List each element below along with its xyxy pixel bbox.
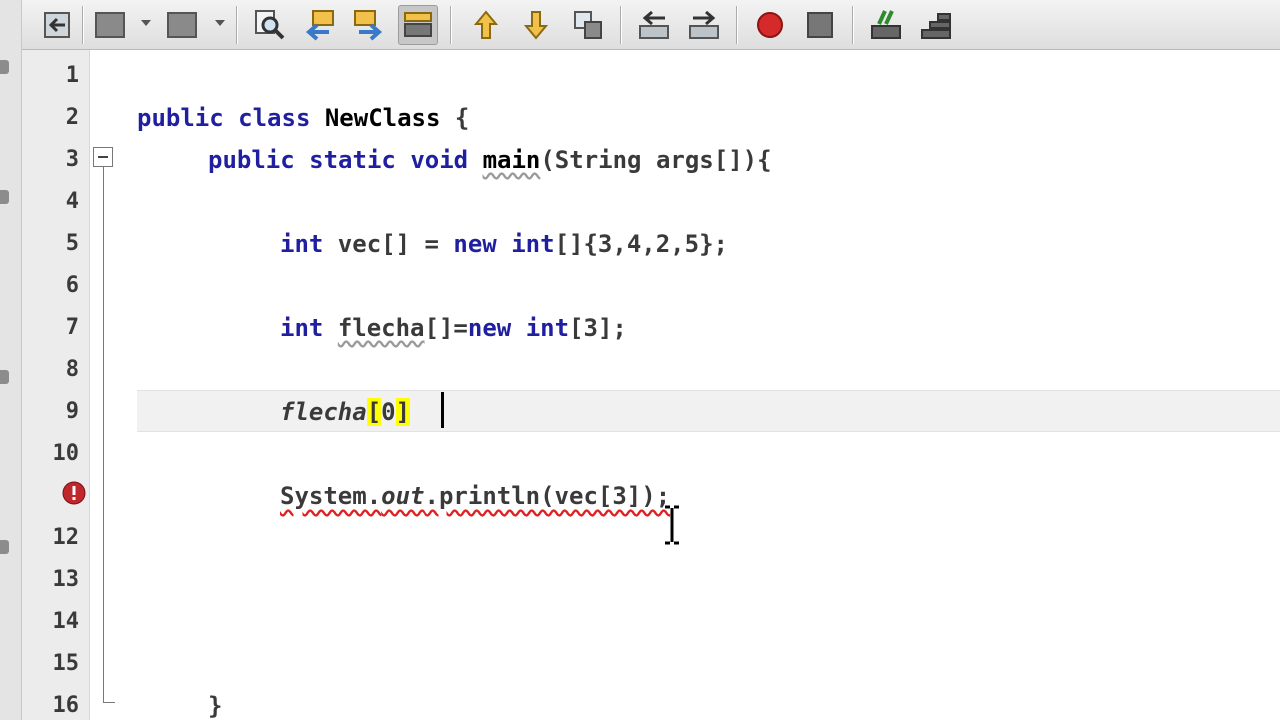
chevron-down-icon[interactable] [141, 20, 151, 26]
chevron-down-icon[interactable] [215, 20, 225, 26]
find-selection-icon [255, 10, 285, 40]
code-text: []= [424, 314, 468, 342]
find-selection-button[interactable] [250, 5, 290, 45]
panel-tab[interactable] [0, 370, 9, 384]
previous-bookmark-button[interactable] [466, 5, 506, 45]
line-number: 10 [52, 441, 80, 466]
variable-name: flecha [280, 398, 367, 426]
matching-bracket: [ [366, 398, 382, 426]
shift-line-left-button[interactable] [634, 5, 674, 45]
previous-bookmark-icon [473, 10, 499, 39]
line-number: 8 [65, 357, 79, 382]
toggle-bookmark-icon [95, 12, 125, 38]
find-previous-icon [305, 10, 334, 41]
next-bookmark-down-button[interactable] [516, 5, 556, 45]
line-number: 15 [52, 651, 80, 676]
keyword: public [137, 104, 224, 132]
comment-icon [871, 10, 901, 39]
keyword: static [309, 146, 396, 174]
line-number: 7 [65, 315, 79, 340]
panel-tab[interactable] [0, 540, 9, 554]
keyword: class [238, 104, 311, 132]
code-text: 0 [381, 398, 396, 426]
class-name: NewClass [324, 104, 441, 132]
keyword: int [280, 314, 324, 342]
keyword: new [467, 314, 512, 342]
line-number: 6 [65, 273, 79, 298]
ibeam-cursor-icon [665, 505, 679, 545]
toggle-bookmark-button[interactable] [90, 5, 130, 45]
code-editor[interactable]: public class NewClass { public static vo… [91, 50, 1280, 720]
next-bookmark-down-icon [523, 11, 549, 40]
keyword: int [280, 230, 324, 258]
text-caret [441, 392, 444, 428]
code-text: .println(vec[3]); [424, 482, 671, 510]
toggle-rectangular-selection-icon [574, 11, 602, 39]
keyword: void [410, 146, 469, 174]
line-number: 3 [65, 147, 79, 172]
keyword: int [525, 314, 570, 342]
code-text: (String args[]){ [540, 146, 772, 174]
line-number: 12 [52, 525, 80, 550]
code-line-9: flecha[0] [280, 397, 411, 427]
shift-line-right-button[interactable] [684, 5, 724, 45]
next-bookmark-icon [167, 12, 197, 38]
closing-brace: } [208, 692, 223, 720]
line-number: 5 [65, 231, 79, 256]
find-previous-button[interactable] [300, 5, 340, 45]
shift-line-left-icon [639, 10, 669, 39]
uncomment-icon [921, 13, 951, 39]
line-number: 14 [52, 609, 80, 634]
panel-tab[interactable] [0, 60, 9, 74]
toggle-highlight-search-icon [404, 12, 432, 37]
find-next-icon [354, 10, 383, 41]
editor-toolbar [22, 0, 1280, 50]
static-field: out [381, 482, 425, 510]
stop-macro-recording-button[interactable] [800, 5, 840, 45]
line-number: 1 [65, 63, 79, 88]
code-text: []{3,4,2,5}; [554, 230, 728, 258]
line-number: 9 [65, 399, 79, 424]
code-line-3: public static void main(String args[]){ [208, 145, 772, 175]
error-annotation-icon[interactable] [62, 481, 86, 505]
code-line-5: int vec[] = new int[]{3,4,2,5}; [280, 229, 728, 259]
keyword: new [453, 230, 497, 258]
start-macro-recording-icon [757, 12, 783, 38]
code-line-7: int flecha[]=new int[3]; [280, 313, 627, 343]
code-line-11: System.out.println(vec[3]); [280, 481, 670, 511]
side-panel-strip [0, 0, 22, 720]
matching-bracket: ] [395, 398, 411, 426]
code-text: { [440, 104, 470, 132]
code-line-16: } [208, 691, 222, 721]
keyword: public [208, 146, 295, 174]
line-number: 13 [52, 567, 80, 592]
comment-button[interactable] [866, 5, 906, 45]
code-text: vec[] = [323, 230, 454, 258]
variable-name: flecha [337, 314, 425, 342]
line-number: 4 [65, 189, 79, 214]
panel-tab[interactable] [0, 190, 9, 204]
toggle-highlight-search-button[interactable] [398, 5, 438, 45]
method-name: main [482, 146, 541, 174]
keyword: int [511, 230, 555, 258]
find-next-button[interactable] [348, 5, 388, 45]
start-macro-recording-button[interactable] [750, 5, 790, 45]
uncomment-button[interactable] [916, 5, 956, 45]
back-to-previous-edit-icon [44, 12, 70, 38]
stop-macro-recording-icon [807, 12, 833, 38]
toggle-rectangular-selection-button[interactable] [568, 5, 608, 45]
line-number: 16 [52, 693, 80, 718]
code-text: [3]; [569, 314, 627, 342]
back-to-previous-edit-button[interactable] [38, 5, 78, 45]
code-text: System. [280, 482, 382, 510]
shift-line-right-icon [689, 10, 719, 39]
next-bookmark-button[interactable] [162, 5, 202, 45]
line-number-gutter[interactable]: 1 2 3 4 5 6 7 8 9 10 12 13 14 15 16 [22, 50, 90, 720]
code-line-2: public class NewClass { [137, 103, 469, 133]
line-number: 2 [65, 105, 79, 130]
